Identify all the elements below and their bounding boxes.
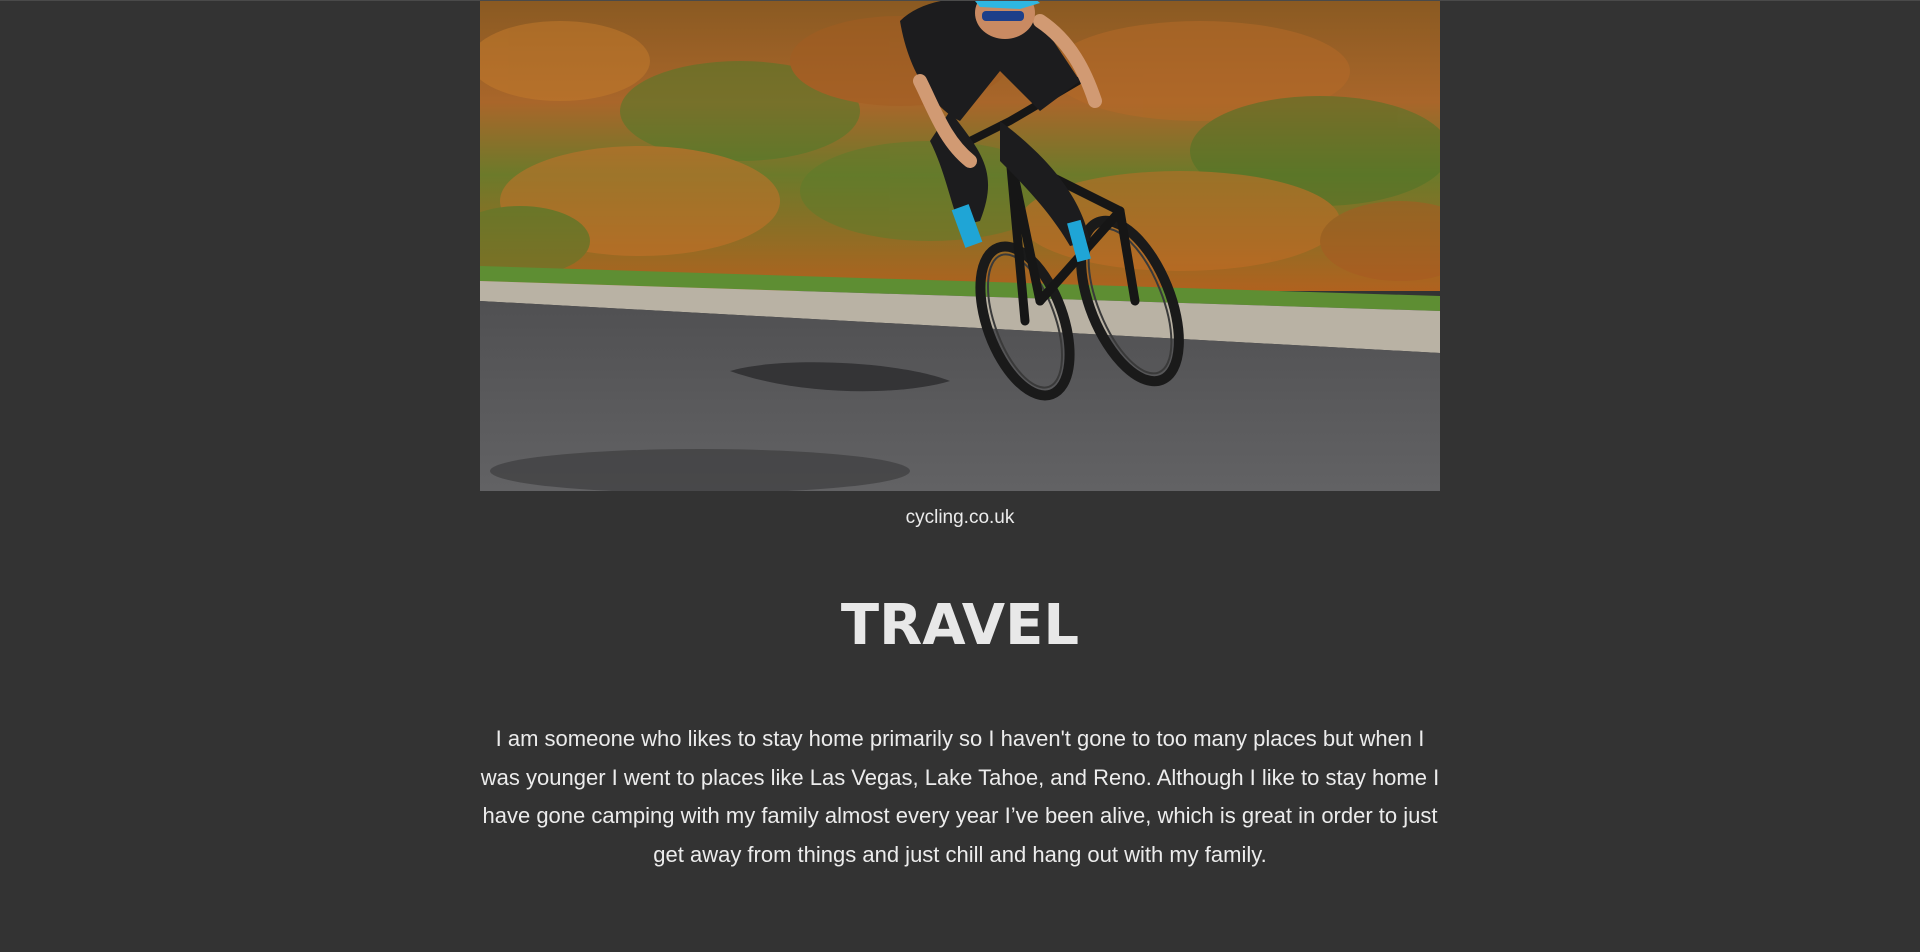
photo-caption: cycling.co.uk: [905, 507, 1015, 528]
cyclist-photo: [480, 1, 1440, 491]
section-title: TRAVEL: [840, 593, 1080, 658]
travel-paragraph: I am someone who likes to stay home prim…: [480, 726, 1440, 867]
content-column: cycling.co.uk TRAVEL I am someone who li…: [480, 1, 1440, 874]
page: cycling.co.uk TRAVEL I am someone who li…: [0, 0, 1920, 952]
